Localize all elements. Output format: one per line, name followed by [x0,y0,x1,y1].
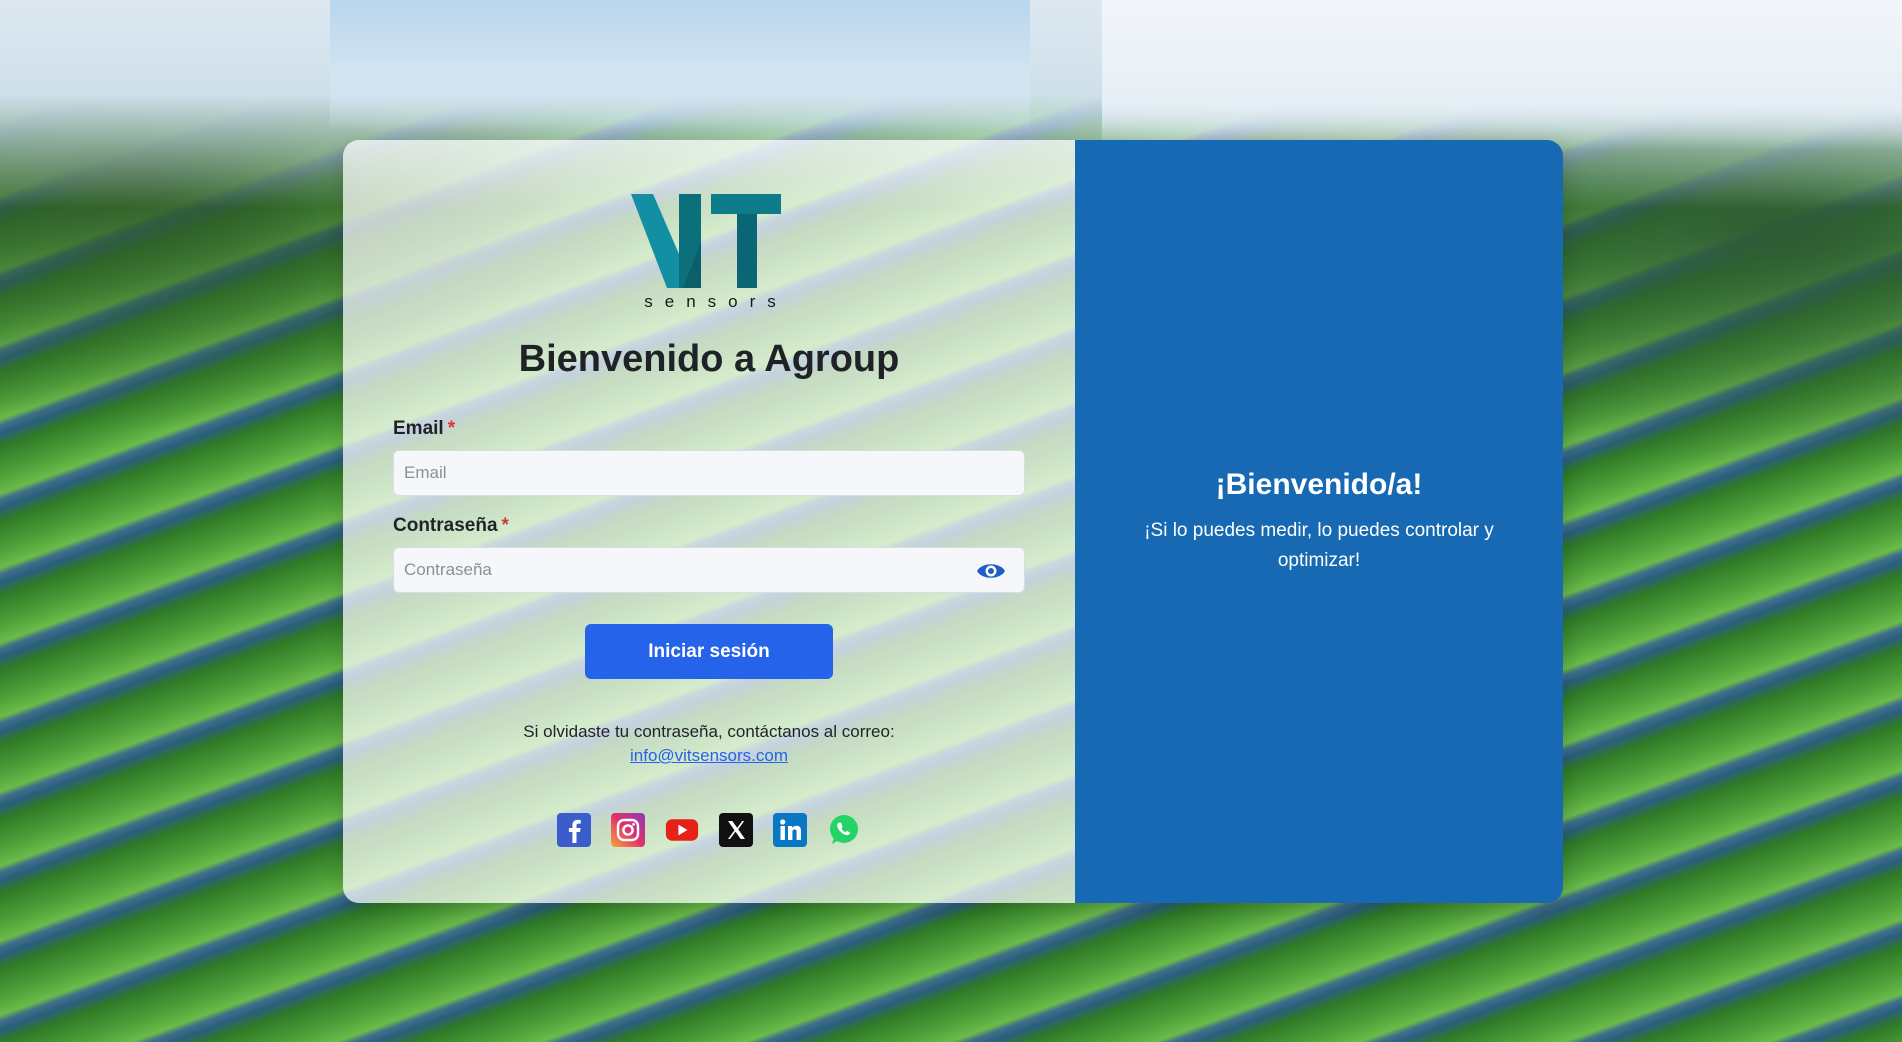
password-input[interactable] [393,547,1025,593]
linkedin-icon[interactable] [773,813,807,847]
page-title: Bienvenido a Agroup [518,338,900,380]
required-mark: * [501,515,509,536]
sky-right [1102,0,1902,150]
welcome-title: ¡Bienvenido/a! [1215,467,1423,501]
show-password-eye-icon[interactable] [976,561,1006,581]
email-label-text: Email [393,418,444,439]
whatsapp-icon[interactable] [827,813,861,847]
welcome-subtitle: ¡Si lo puedes medir, lo puedes controlar… [1144,519,1494,571]
x-icon[interactable] [719,813,753,847]
social-links [557,813,861,847]
youtube-icon[interactable] [665,813,699,847]
email-input[interactable] [393,450,1025,496]
password-label: Contraseña * [393,515,509,537]
forgot-password-text: Si olvidaste tu contraseña, contáctanos … [523,722,895,741]
welcome-panel: ¡Bienvenido/a! ¡Si lo puedes medir, lo p… [1075,140,1563,903]
email-label: Email * [393,418,455,440]
password-label-text: Contraseña [393,515,498,536]
login-card: sensors Bienvenido a Agroup Email* Contr… [343,140,1563,903]
sky-left [330,0,1030,130]
required-mark: * [447,418,456,439]
logo-subtitle: sensors [644,292,788,311]
facebook-icon[interactable] [557,813,591,847]
support-email-container: info@vitsensors.com [343,746,1075,766]
instagram-icon[interactable] [611,813,645,847]
login-button[interactable]: Iniciar sesión [585,624,833,679]
vit-sensors-logo: sensors [631,192,791,320]
login-panel: sensors Bienvenido a Agroup Email* Contr… [343,140,1075,903]
vit-logo-mark [631,194,781,288]
support-email-link[interactable]: info@vitsensors.com [630,746,788,765]
